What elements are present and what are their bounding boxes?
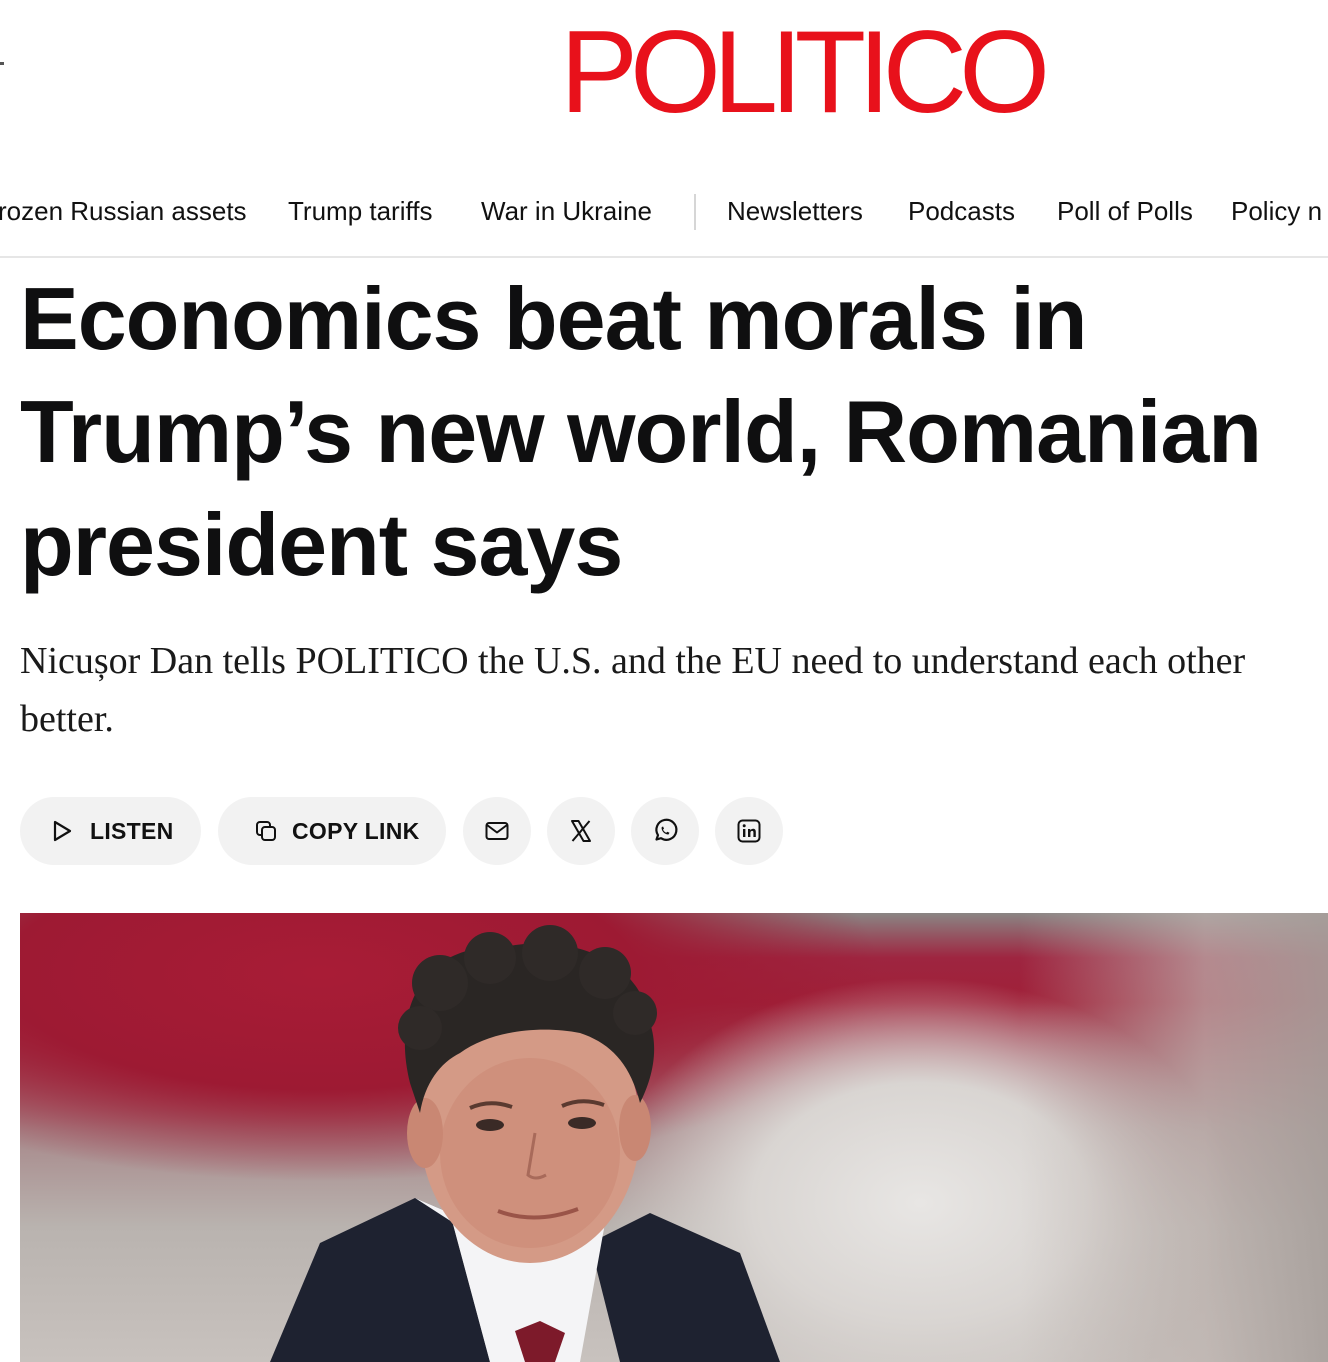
nav-item-policy-news[interactable]: Policy n bbox=[1231, 194, 1322, 228]
partial-menu-icon[interactable] bbox=[0, 62, 4, 65]
share-whatsapp-button[interactable] bbox=[631, 797, 699, 865]
listen-label: LISTEN bbox=[90, 817, 174, 844]
whatsapp-icon bbox=[651, 817, 679, 845]
copy-link-button[interactable]: COPY LINK bbox=[218, 797, 446, 865]
hero-photo bbox=[20, 913, 1328, 1362]
nav-item-war-in-ukraine[interactable]: War in Ukraine bbox=[481, 194, 652, 228]
article-headline: Economics beat morals in Trump’s new wor… bbox=[20, 269, 1262, 594]
topic-navigation: rozen Russian assets Trump tariffs War i… bbox=[0, 186, 1328, 238]
x-logo-icon bbox=[568, 818, 594, 844]
nav-divider-line bbox=[0, 256, 1328, 258]
copy-link-label: COPY LINK bbox=[292, 817, 420, 844]
share-email-button[interactable] bbox=[463, 797, 531, 865]
listen-button[interactable]: LISTEN bbox=[20, 797, 201, 865]
nav-item-poll-of-polls[interactable]: Poll of Polls bbox=[1057, 194, 1193, 228]
portrait-illustration bbox=[270, 925, 780, 1362]
share-linkedin-button[interactable] bbox=[715, 797, 783, 865]
linkedin-icon bbox=[736, 818, 762, 844]
nav-item-trump-tariffs[interactable]: Trump tariffs bbox=[288, 194, 432, 228]
nav-item-newsletters[interactable]: Newsletters bbox=[727, 194, 863, 228]
copy-icon bbox=[254, 819, 278, 843]
article-dek: Nicușor Dan tells POLITICO the U.S. and … bbox=[20, 640, 1246, 740]
nav-item-podcasts[interactable]: Podcasts bbox=[908, 194, 1015, 228]
politico-logo[interactable]: POLITICO bbox=[560, 12, 1100, 132]
nav-divider bbox=[694, 194, 696, 230]
play-icon bbox=[50, 819, 74, 843]
mail-icon bbox=[484, 818, 510, 844]
share-x-button[interactable] bbox=[547, 797, 615, 865]
nav-item-frozen-russian-assets[interactable]: rozen Russian assets bbox=[0, 194, 247, 228]
